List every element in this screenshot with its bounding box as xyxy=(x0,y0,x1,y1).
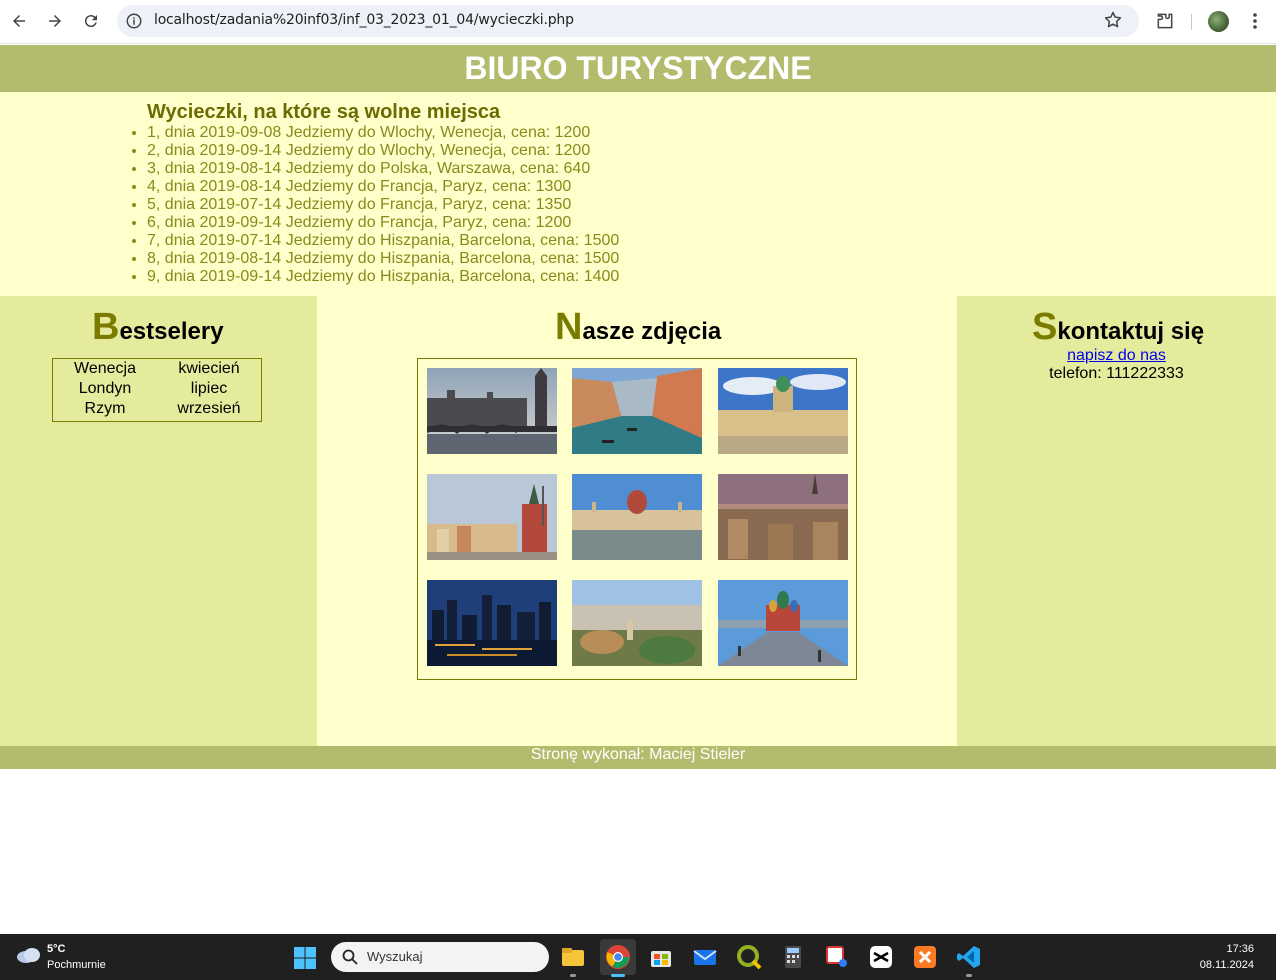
clock-time[interactable]: 17:36 xyxy=(1200,943,1254,955)
bestsellers-table: Wenecja kwiecień Londyn lipiec Rzym wrze… xyxy=(52,358,262,422)
venice-photo xyxy=(572,368,702,454)
address-bar[interactable]: localhost/zadania%20inf03/inf_03_2023_01… xyxy=(117,5,1139,37)
bookmark-star-icon[interactable] xyxy=(1103,10,1123,30)
table-cell-city: Londyn xyxy=(78,380,132,397)
warsaw-photo xyxy=(427,474,557,560)
photo-gallery xyxy=(417,358,857,680)
site-info-icon[interactable] xyxy=(125,12,143,30)
xampp-icon[interactable] xyxy=(912,944,938,970)
gallery-heading-rest: asze zdjęcia xyxy=(582,318,722,345)
list-item: 9, dnia 2019-09-14 Jedziemy do Hiszpania… xyxy=(147,268,619,286)
weather-description[interactable]: Pochmurnie xyxy=(47,959,106,971)
snipping-tool-icon[interactable] xyxy=(824,944,850,970)
search-icon xyxy=(342,949,358,965)
gallery-initial: N xyxy=(555,306,583,348)
microsoft-store-icon[interactable] xyxy=(648,944,674,970)
list-item: 3, dnia 2019-08-14 Jedziemy do Polska, W… xyxy=(147,160,619,178)
vscode-icon[interactable] xyxy=(956,944,982,970)
moscow-photo xyxy=(718,580,848,666)
list-item: 6, dnia 2019-09-14 Jedziemy do Francja, … xyxy=(147,214,619,232)
running-indicator xyxy=(966,974,972,977)
file-explorer-icon[interactable] xyxy=(560,944,586,970)
list-item: 8, dnia 2019-08-14 Jedziemy do Hiszpania… xyxy=(147,250,619,268)
berlin-palace-photo xyxy=(718,368,848,454)
mail-icon[interactable] xyxy=(692,944,718,970)
table-cell-month: lipiec xyxy=(190,380,228,397)
reload-icon xyxy=(84,15,97,28)
new-york-photo xyxy=(427,580,557,666)
table-cell-month: kwiecień xyxy=(178,360,240,377)
taskbar: 5°C Pochmurnie Wyszukaj 17:36 08.11.2024 xyxy=(0,934,1276,980)
page-banner: BIURO TURYSTYCZNE xyxy=(0,45,1276,92)
toolbar-separator xyxy=(1191,14,1192,30)
contact-heading: Skontaktuj się xyxy=(1032,306,1204,349)
table-row: Londyn lipiec xyxy=(53,380,261,400)
table-row: Rzym wrzesień xyxy=(53,400,261,420)
cloud-weather-icon[interactable] xyxy=(16,946,42,964)
gallery-heading: Nasze zdjęcia xyxy=(555,306,721,349)
chrome-icon[interactable] xyxy=(605,944,631,970)
barcelona-photo xyxy=(572,580,702,666)
windows-start-icon[interactable] xyxy=(293,946,317,970)
contact-heading-rest: kontaktuj się xyxy=(1057,318,1205,345)
contact-panel: Skontaktuj się napisz do nas telefon: 11… xyxy=(957,296,1276,746)
paris-photo xyxy=(718,474,848,560)
web-page: BIURO TURYSTYCZNE Wycieczki, na które są… xyxy=(0,45,1276,933)
forward-button[interactable] xyxy=(42,8,68,34)
clock-date[interactable]: 08.11.2024 xyxy=(1190,959,1254,971)
back-button[interactable] xyxy=(6,8,32,34)
calculator-icon[interactable] xyxy=(780,944,806,970)
forward-arrow-icon xyxy=(49,15,61,27)
trips-heading: Wycieczki, na które są wolne miejsca xyxy=(147,101,501,123)
london-photo xyxy=(427,368,557,454)
bestsellers-heading-rest: estselery xyxy=(119,318,224,345)
taskbar-search[interactable]: Wyszukaj xyxy=(331,942,549,972)
contact-email-link[interactable]: napisz do nas xyxy=(957,347,1276,365)
more-menu-icon[interactable] xyxy=(1247,11,1263,31)
page-footer: Stronę wykonał: Maciej Stieler xyxy=(0,746,1276,769)
reload-button[interactable] xyxy=(78,8,104,34)
contact-initial: S xyxy=(1032,306,1058,348)
running-indicator xyxy=(570,974,576,977)
list-item: 1, dnia 2019-09-08 Jedziemy do Wlochy, W… xyxy=(147,124,619,142)
weather-temperature[interactable]: 5°C xyxy=(47,943,65,955)
search-placeholder: Wyszukaj xyxy=(367,949,423,964)
capcut-icon[interactable] xyxy=(868,944,894,970)
list-item: 7, dnia 2019-07-14 Jedziemy do Hiszpania… xyxy=(147,232,619,250)
budapest-photo xyxy=(572,474,702,560)
profile-avatar[interactable] xyxy=(1208,11,1229,32)
gallery-panel: Nasze zdjęcia xyxy=(317,296,957,746)
list-item: 4, dnia 2019-08-14 Jedziemy do Francja, … xyxy=(147,178,619,196)
list-item: 5, dnia 2019-07-14 Jedziemy do Francja, … xyxy=(147,196,619,214)
back-arrow-icon xyxy=(13,15,25,27)
active-indicator xyxy=(611,974,625,977)
table-row: Wenecja kwiecień xyxy=(53,360,261,380)
trips-section: Wycieczki, na które są wolne miejsca 1, … xyxy=(0,92,1276,296)
trips-list: 1, dnia 2019-09-08 Jedziemy do Wlochy, W… xyxy=(147,124,619,286)
url-text[interactable]: localhost/zadania%20inf03/inf_03_2023_01… xyxy=(154,12,574,28)
table-cell-city: Rzym xyxy=(84,400,126,417)
contact-phone: telefon: 111222333 xyxy=(1049,365,1184,382)
list-item: 2, dnia 2019-09-14 Jedziemy do Wlochy, W… xyxy=(147,142,619,160)
table-cell-month: wrzesień xyxy=(177,400,241,417)
extensions-puzzle-icon[interactable] xyxy=(1155,11,1175,31)
bestsellers-heading: Bestselery xyxy=(92,306,224,349)
qgis-icon[interactable] xyxy=(736,944,762,970)
table-cell-city: Wenecja xyxy=(74,360,136,377)
bestsellers-initial: B xyxy=(92,306,120,348)
page-title: BIURO TURYSTYCZNE xyxy=(464,50,812,86)
bestsellers-panel: Bestselery Wenecja kwiecień Londyn lipie… xyxy=(0,296,317,746)
browser-toolbar: localhost/zadania%20inf03/inf_03_2023_01… xyxy=(0,0,1276,44)
